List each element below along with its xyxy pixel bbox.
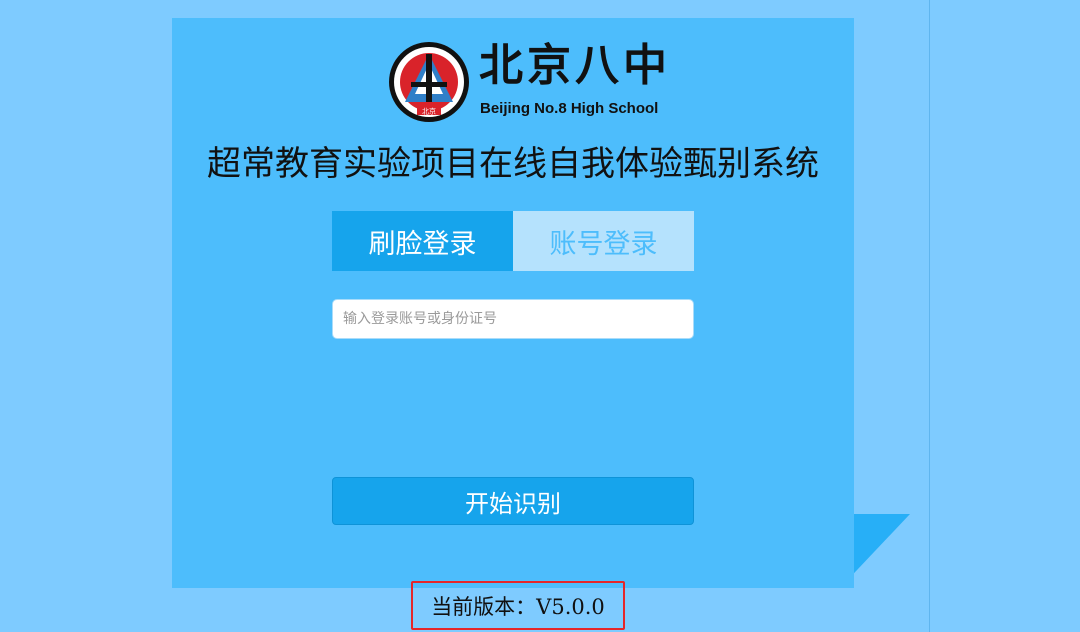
- login-tabs: 刷脸登录 账号登录: [332, 211, 694, 271]
- svg-text:北京: 北京: [422, 107, 436, 116]
- right-divider: [929, 0, 930, 632]
- version-label: 当前版本：V5.0.0: [411, 581, 625, 630]
- tab-face-login[interactable]: 刷脸登录: [332, 211, 513, 271]
- school-name-cn: 北京八中: [479, 40, 671, 91]
- account-input[interactable]: [332, 299, 694, 339]
- login-panel: 北京 北京八中 Beijing No.8 High School 超常教育实验项…: [172, 18, 854, 588]
- tab-account-login[interactable]: 账号登录: [513, 211, 694, 271]
- school-logo: 北京 北京八中 Beijing No.8 High School: [387, 38, 667, 128]
- page-title: 超常教育实验项目在线自我体验甄别系统: [207, 144, 819, 184]
- start-recognition-button[interactable]: 开始识别: [332, 477, 694, 525]
- school-name-en: Beijing No.8 High School: [480, 100, 659, 117]
- school-emblem-icon: 北京: [389, 42, 469, 122]
